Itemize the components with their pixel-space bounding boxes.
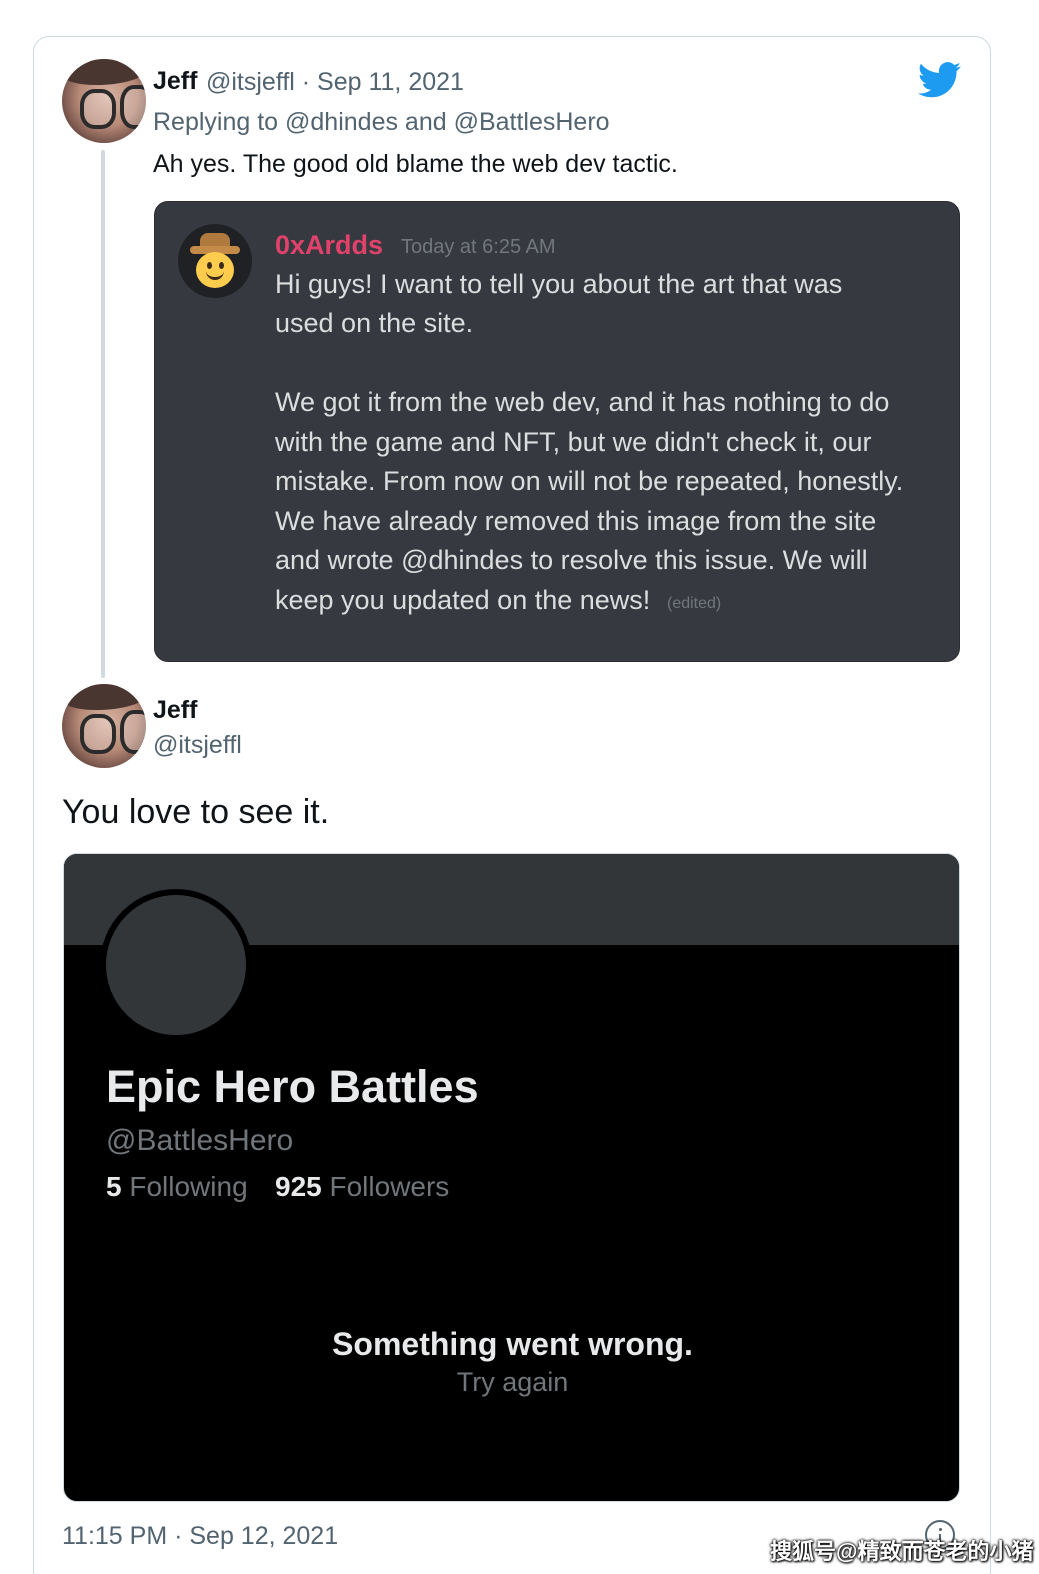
following-label: Following	[129, 1171, 248, 1202]
following-count: 5	[106, 1171, 122, 1202]
tweet1-author-name[interactable]: Jeff	[153, 67, 197, 96]
profile-handle: @BattlesHero	[106, 1124, 294, 1157]
discord-timestamp: Today at 6:25 AM	[401, 236, 556, 258]
twitter-bird-icon[interactable]	[918, 62, 962, 98]
tweet2-handle[interactable]: @itsjeffl	[153, 731, 242, 760]
discord-line-2: used on the site.	[275, 308, 474, 338]
try-again-link: Try again	[456, 1367, 569, 1397]
followers-count: 925	[275, 1171, 322, 1202]
embedded-profile-screenshot[interactable]: Epic Hero Battles @BattlesHero 5 Followi…	[63, 853, 960, 1502]
tweet2-text: You love to see it.	[62, 793, 330, 831]
profile-avatar-placeholder	[100, 889, 252, 1041]
discord-edited-tag: (edited)	[667, 595, 722, 612]
profile-followers: 925 Followers	[275, 1171, 449, 1203]
tweet1-handle-date[interactable]: @itsjeffl · Sep 11, 2021	[206, 68, 464, 97]
followers-label: Followers	[329, 1171, 450, 1202]
tweet1-text: Ah yes. The good old blame the web dev t…	[153, 150, 678, 178]
tweet2-author-name[interactable]: Jeff	[153, 696, 197, 725]
discord-line-5: mistake. From now on will not be repeate…	[275, 466, 904, 496]
jeff-avatar-main[interactable]	[62, 684, 146, 768]
tweet1-replying-to[interactable]: Replying to @dhindes and @BattlesHero	[153, 108, 610, 137]
profile-name: Epic Hero Battles	[106, 1061, 479, 1112]
error-title: Something went wrong.	[332, 1326, 693, 1362]
discord-line-6: We have already removed this image from …	[275, 506, 877, 536]
discord-line-3: We got it from the web dev, and it has n…	[275, 387, 890, 417]
jeff-avatar[interactable]	[62, 59, 146, 143]
discord-username: 0xArdds	[275, 230, 384, 260]
thread-line	[101, 150, 105, 678]
discord-line-8: keep you updated on the news!	[275, 585, 651, 615]
discord-line-4: with the game and NFT, but we didn't che…	[275, 427, 872, 457]
discord-line-7: and wrote @dhindes to resolve this issue…	[275, 545, 868, 575]
tweet2-timestamp[interactable]: 11:15 PM · Sep 12, 2021	[62, 1522, 338, 1551]
cowboy-emoji-avatar-icon	[178, 224, 252, 298]
discord-line-1: Hi guys! I want to tell you about the ar…	[275, 269, 843, 299]
profile-following: 5 Following	[106, 1171, 248, 1203]
watermark-text: 搜狐号@精致而苍老的小猪	[770, 1539, 1034, 1564]
